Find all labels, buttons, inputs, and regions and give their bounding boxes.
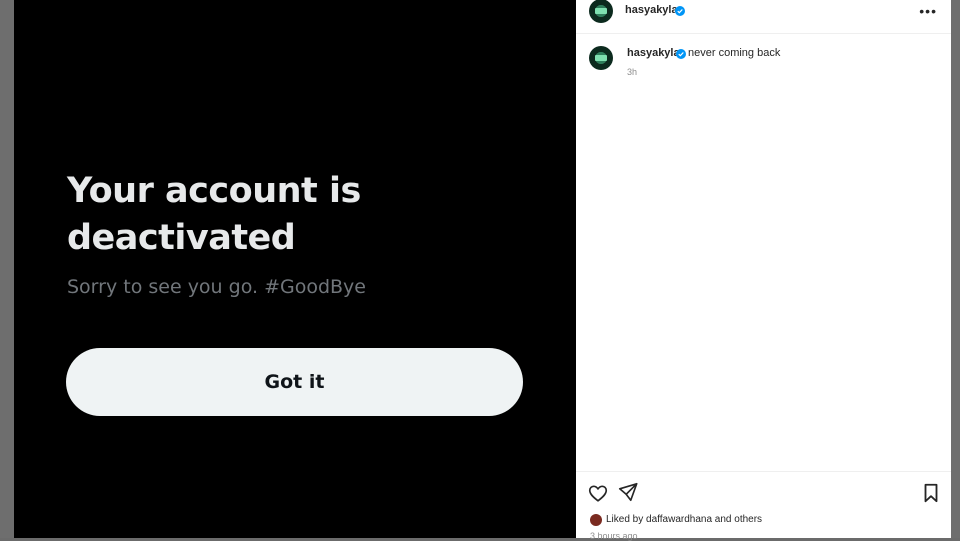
more-options-icon[interactable]: ••• <box>919 3 937 19</box>
likes-suffix[interactable]: and others <box>715 514 762 525</box>
goodbye-subtext: Sorry to see you go. #GoodBye <box>67 276 366 298</box>
background-strip-left <box>0 0 14 538</box>
post-side-panel: hasyakyla ••• hasyakyla never coming bac… <box>576 0 951 541</box>
verified-badge-icon <box>675 6 685 16</box>
caption-time: 3h <box>627 67 638 77</box>
bookmark-icon[interactable] <box>920 482 942 504</box>
share-send-icon[interactable] <box>617 481 639 503</box>
screenshot-frame: Your account is deactivated Sorry to see… <box>0 0 960 541</box>
caption-text: never coming back <box>688 47 781 59</box>
caption-username[interactable]: hasyakyla <box>627 47 680 59</box>
background-strip-right <box>951 0 960 538</box>
liker-avatar <box>590 514 602 526</box>
post-actions-bar: Liked by daffawardhana and others 3 hour… <box>576 471 951 541</box>
likes-prefix: Liked by <box>606 514 644 525</box>
author-username[interactable]: hasyakyla <box>625 4 678 16</box>
post-timestamp: 3 hours ago <box>590 531 638 541</box>
caption-avatar[interactable] <box>589 46 613 70</box>
deactivated-headline: Your account is deactivated <box>67 171 361 258</box>
likes-text: Liked by daffawardhana and others <box>606 514 762 525</box>
heart-icon[interactable] <box>587 482 609 504</box>
post-media: Your account is deactivated Sorry to see… <box>14 0 576 538</box>
author-avatar[interactable] <box>589 0 613 23</box>
verified-badge-icon <box>676 49 686 59</box>
likes-user[interactable]: daffawardhana <box>646 514 712 525</box>
post-header: hasyakyla ••• <box>576 0 951 34</box>
got-it-button[interactable]: Got it <box>66 348 523 416</box>
